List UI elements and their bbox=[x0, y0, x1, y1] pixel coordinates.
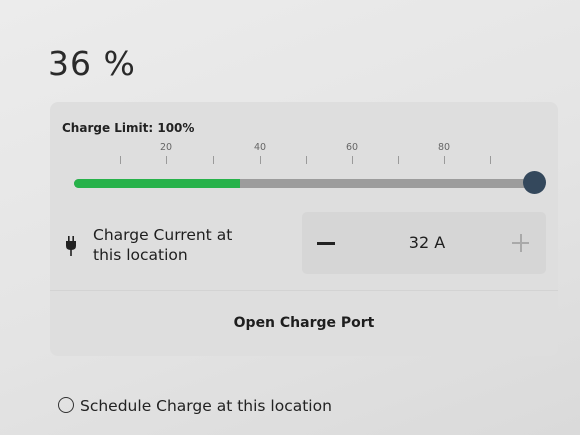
tick-mark bbox=[352, 156, 353, 164]
tick-mark bbox=[120, 156, 121, 164]
tick-mark bbox=[213, 156, 214, 164]
schedule-charge-label: Schedule Charge at this location bbox=[80, 397, 332, 415]
tick-label-60: 60 bbox=[345, 142, 359, 153]
tick-mark bbox=[166, 156, 167, 164]
charge-limit-slider-track[interactable] bbox=[74, 179, 534, 188]
charge-current-label-line1: Charge Current at bbox=[93, 226, 233, 244]
open-charge-port-button[interactable]: Open Charge Port bbox=[50, 315, 558, 331]
tick-label-20: 20 bbox=[159, 142, 173, 153]
tick-label-40: 40 bbox=[253, 142, 267, 153]
battery-percentage: 36 % bbox=[48, 44, 136, 83]
charge-limit-label: Charge Limit: 100% bbox=[62, 121, 195, 135]
divider bbox=[50, 290, 558, 291]
plus-icon[interactable] bbox=[508, 230, 534, 256]
current-charge-fill bbox=[74, 179, 240, 188]
charge-current-stepper: 32 A bbox=[302, 212, 546, 274]
tick-mark bbox=[260, 156, 261, 164]
schedule-charge-row[interactable]: Schedule Charge at this location bbox=[58, 397, 332, 415]
charge-current-label: Charge Current at this location bbox=[93, 225, 232, 265]
charge-current-label-line2: this location bbox=[93, 246, 188, 264]
clock-icon bbox=[58, 397, 74, 413]
tick-mark bbox=[444, 156, 445, 164]
plug-icon bbox=[66, 236, 76, 256]
tick-mark bbox=[490, 156, 491, 164]
charge-limit-slider-handle[interactable] bbox=[523, 171, 546, 194]
tick-mark bbox=[398, 156, 399, 164]
charging-panel: Charge Limit: 100% 20 40 60 80 Charge Cu… bbox=[50, 102, 558, 356]
tick-label-80: 80 bbox=[437, 142, 451, 153]
tick-mark bbox=[306, 156, 307, 164]
